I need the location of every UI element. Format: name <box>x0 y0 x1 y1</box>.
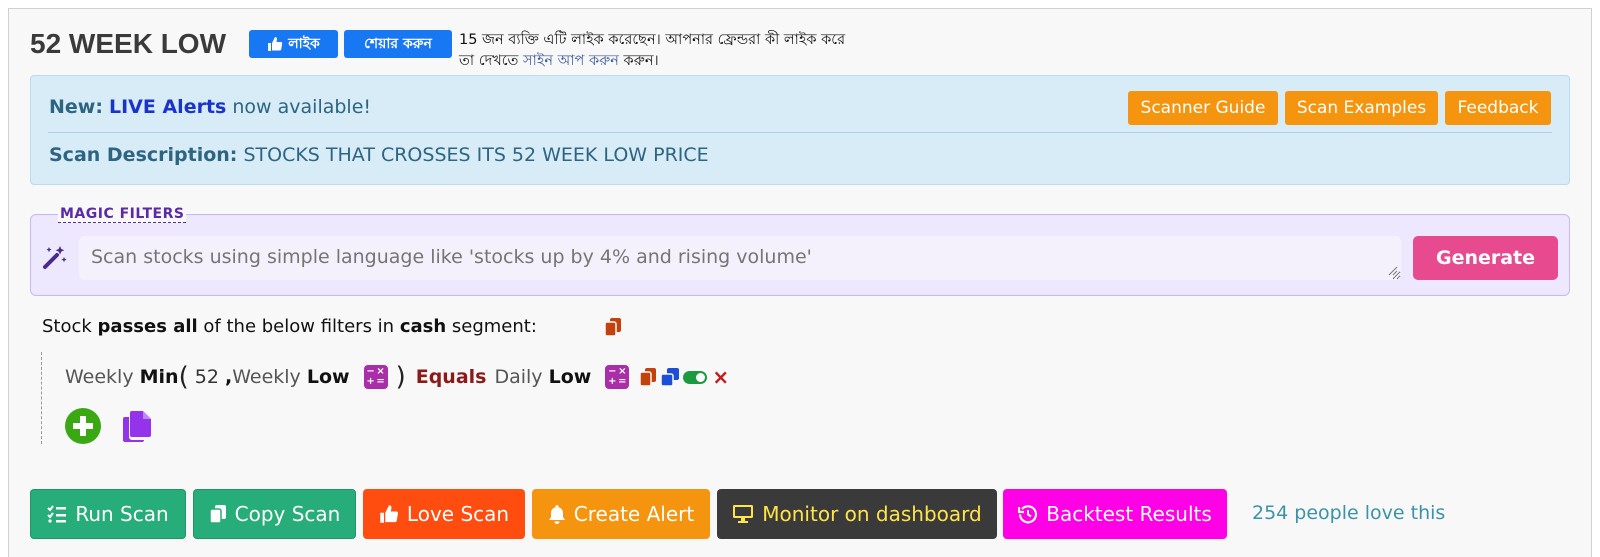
calculator-icon[interactable]: − × + = <box>363 365 388 389</box>
scanner-guide-button[interactable]: Scanner Guide <box>1128 91 1278 125</box>
daily-low-field[interactable]: Low <box>549 366 592 388</box>
min-function[interactable]: Min <box>140 366 179 388</box>
magic-filter-input[interactable] <box>79 236 1401 280</box>
copy-filter-icon[interactable] <box>639 367 657 387</box>
filter-group-line <box>41 352 42 444</box>
timeframe-weekly[interactable]: Weekly <box>65 366 140 388</box>
facebook-share-button[interactable]: শেয়ার করুন <box>344 30 452 58</box>
scan-examples-button[interactable]: Scan Examples <box>1285 91 1438 125</box>
create-alert-button[interactable]: Create Alert <box>532 489 710 539</box>
passes-all-selector[interactable]: passes all <box>98 316 198 337</box>
segment-selector[interactable]: cash <box>400 316 446 337</box>
info-divider <box>48 132 1552 133</box>
paste-filter-icon[interactable] <box>122 410 152 442</box>
bell-icon <box>548 505 565 524</box>
monitor-dashboard-button[interactable]: Monitor on dashboard <box>717 489 997 539</box>
run-scan-button[interactable]: Run Scan <box>30 489 186 539</box>
live-alerts-link[interactable]: LIVE Alerts <box>109 96 226 118</box>
magic-wand-icon <box>43 246 67 269</box>
backtest-results-button[interactable]: Backtest Results <box>1003 489 1227 539</box>
filter-statement: Stock passes all of the below filters in… <box>42 316 537 337</box>
filter-row-actions: × <box>639 365 729 389</box>
filter-toggle[interactable] <box>683 370 708 384</box>
love-count-text: 254 people love this <box>1252 502 1446 524</box>
resize-grip-icon[interactable] <box>1388 266 1398 276</box>
duplicate-filter-icon[interactable] <box>660 367 680 387</box>
new-announcement: New: LIVE Alerts now available! <box>49 96 372 118</box>
inner-timeframe-weekly[interactable]: Weekly <box>232 366 307 388</box>
equals-operator[interactable]: Equals <box>416 366 487 388</box>
filter-row: Weekly Min( 52 , Weekly Low − × + = ) Equals… <box>65 362 730 392</box>
page-title: 52 WEEK LOW <box>30 28 227 59</box>
facebook-like-label: লাইক <box>288 36 320 52</box>
generate-button[interactable]: Generate <box>1413 236 1558 280</box>
thumbs-up-icon <box>380 505 398 523</box>
checklist-icon <box>47 505 67 523</box>
remove-filter-icon[interactable]: × <box>712 365 729 389</box>
info-panel: New: LIVE Alerts now available! Scanner … <box>30 75 1570 185</box>
add-filter-icon[interactable] <box>65 408 101 444</box>
copy-filters-icon[interactable] <box>604 317 622 337</box>
calculator-icon[interactable]: − × + = <box>605 365 630 389</box>
inner-low-field[interactable]: Low <box>307 366 350 388</box>
facebook-signup-link[interactable]: সাইন আপ করুন <box>523 53 619 69</box>
timeframe-daily[interactable]: Daily <box>494 366 548 388</box>
history-icon <box>1018 505 1038 524</box>
love-scan-button[interactable]: Love Scan <box>363 489 525 539</box>
monitor-icon <box>733 505 754 523</box>
facebook-like-button[interactable]: লাইক <box>249 30 338 58</box>
facebook-share-label: শেয়ার করুন <box>364 36 432 52</box>
facebook-like-text: 15 জন ব্যক্তি এটি লাইক করেছেন। আপনার ফ্র… <box>459 32 846 69</box>
period-value[interactable]: 52 <box>189 366 225 388</box>
thumbs-up-icon <box>268 37 283 51</box>
copy-scan-button[interactable]: Copy Scan <box>193 489 356 539</box>
magic-filters-legend: MAGIC FILTERS <box>58 206 187 223</box>
copy-icon <box>208 505 226 524</box>
feedback-button[interactable]: Feedback <box>1445 91 1551 125</box>
scan-description: Scan Description: STOCKS THAT CROSSES IT… <box>49 144 709 166</box>
